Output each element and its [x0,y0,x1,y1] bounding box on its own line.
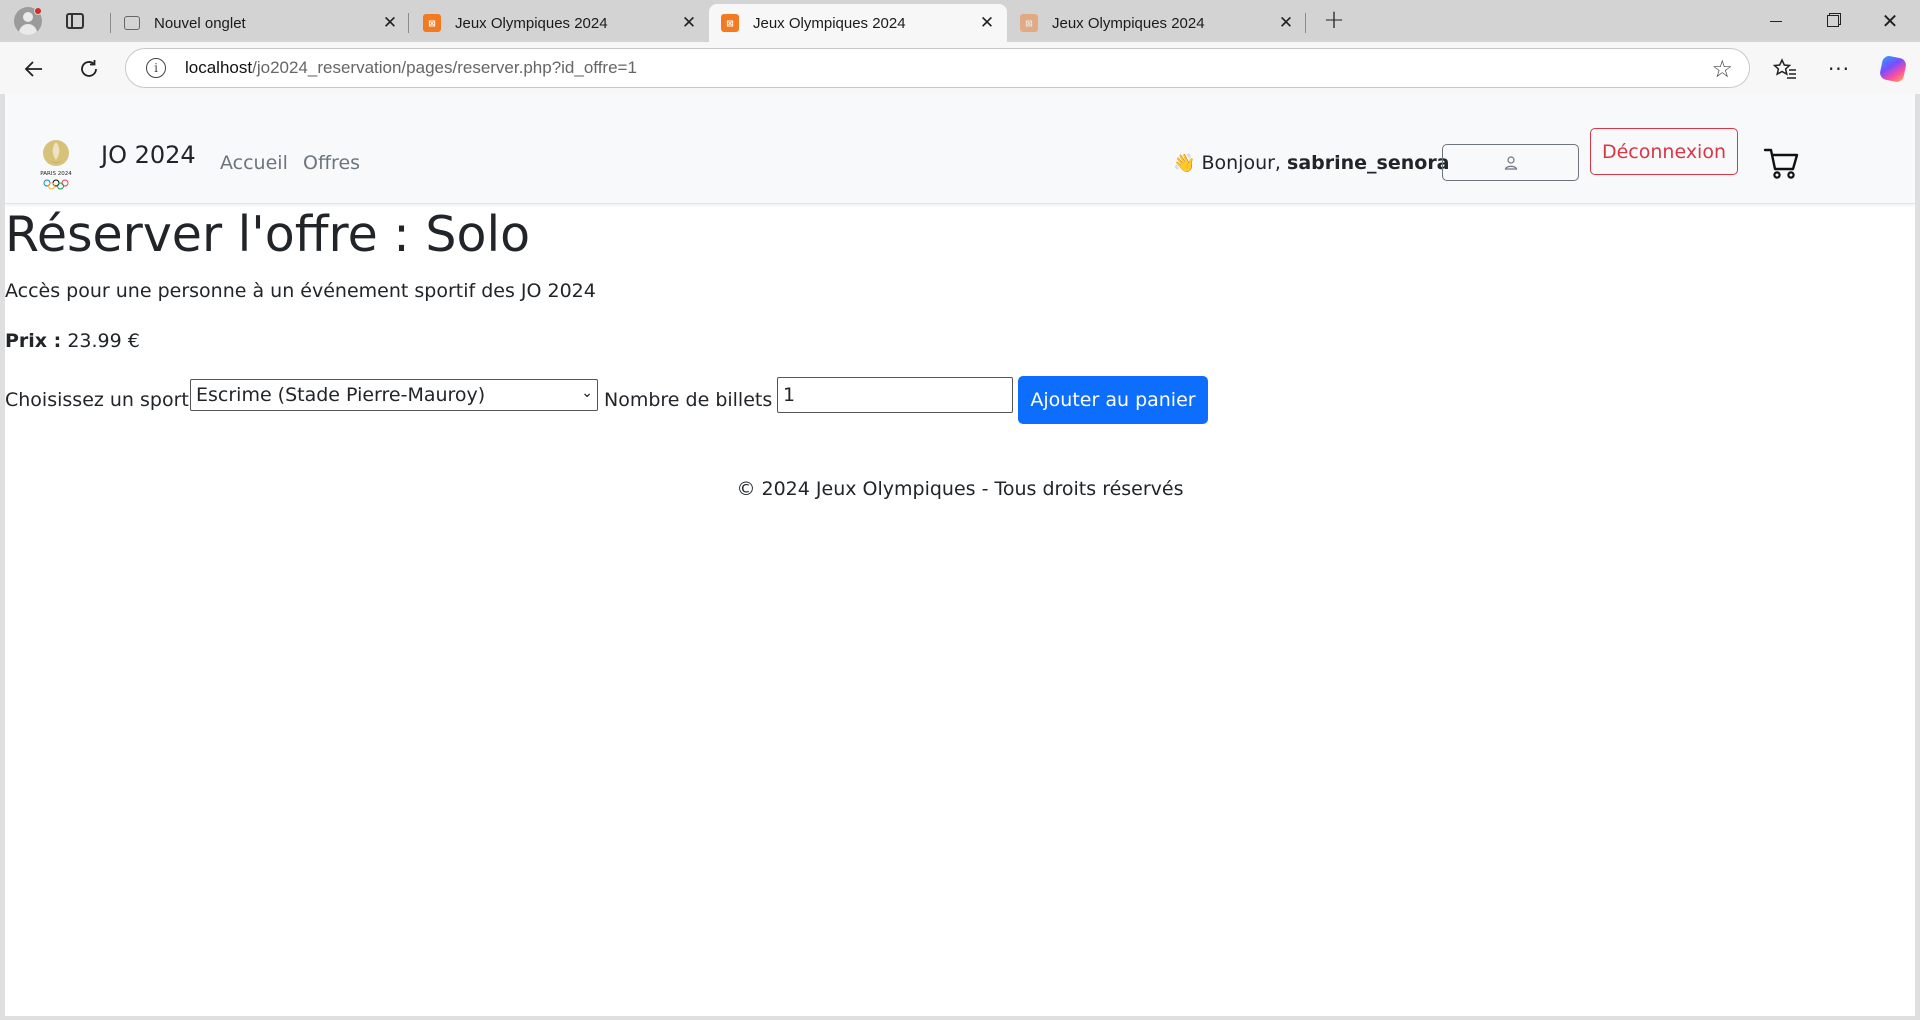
close-icon[interactable]: ✕ [1274,11,1298,35]
offer-price: Prix : 23.99 € [5,330,140,352]
close-icon[interactable]: ✕ [378,11,402,35]
user-icon [1504,155,1517,170]
tab-jo2024-active[interactable]: ⊠ Jeux Olympiques 2024 ✕ [709,4,1007,42]
back-arrow-icon [24,61,42,77]
favorite-star-icon[interactable]: ☆ [1711,55,1733,83]
tab-jo2024-1[interactable]: ⊠ Jeux Olympiques 2024 ✕ [411,4,709,42]
new-tab-button[interactable]: + [1318,6,1350,36]
sport-select[interactable]: Escrime (Stade Pierre-Mauroy) ⌄ [190,379,598,411]
close-window-button[interactable]: ✕ [1862,0,1918,42]
reload-button[interactable] [72,52,106,86]
footer-copyright: © 2024 Jeux Olympiques - Tous droits rés… [736,478,1184,500]
tab-title: Jeux Olympiques 2024 [753,14,906,32]
tab-separator [1305,13,1306,33]
copilot-icon [1878,54,1908,84]
tab-actions-button[interactable] [59,5,91,37]
offer-description: Accès pour une personne à un événement s… [5,280,596,302]
restore-icon [1827,15,1839,27]
add-to-cart-button[interactable]: Ajouter au panier [1018,376,1208,424]
url-path: /jo2024_reservation/pages/reserver.php?i… [252,58,637,77]
close-icon[interactable]: ✕ [677,11,701,35]
new-tab-icon [124,16,140,30]
minimize-icon [1770,20,1782,22]
favorites-button[interactable] [1768,52,1802,86]
site-navbar: PARIS 2024 JO 2024 Accueil Offres 👋 Bonj… [5,94,1915,204]
copilot-button[interactable] [1876,52,1910,86]
reservation-form: Choisissez un sport : Escrime (Stade Pie… [5,376,1305,424]
tab-actions-icon [66,13,84,29]
xampp-icon: ⊠ [423,14,441,32]
more-options-button[interactable]: ··· [1822,52,1856,86]
back-button[interactable] [17,52,51,86]
greeting-prefix: Bonjour, [1201,152,1281,174]
browser-tab-strip: Nouvel onglet ✕ ⊠ Jeux Olympiques 2024 ✕… [0,0,1920,42]
url-host: localhost [185,58,253,77]
favorites-list-icon [1773,58,1796,79]
price-label: Prix : [5,330,62,352]
quantity-input[interactable]: 1 [777,377,1013,413]
waving-hand-icon: 👋 [1173,153,1196,174]
xampp-icon: ⊠ [721,14,739,32]
tab-title: Jeux Olympiques 2024 [1052,14,1205,32]
tab-jo2024-3[interactable]: ⊠ Jeux Olympiques 2024 ✕ [1008,4,1306,42]
price-value: 23.99 € [67,330,140,352]
tab-new-tab[interactable]: Nouvel onglet ✕ [112,4,410,42]
browser-toolbar: i localhost/jo2024_reservation/pages/res… [0,42,1920,94]
xampp-icon: ⊠ [1020,14,1038,32]
tab-separator [408,13,409,33]
svg-text:PARIS 2024: PARIS 2024 [40,171,72,177]
tab-title: Nouvel onglet [154,14,246,32]
quantity-label: Nombre de billets : [604,389,785,411]
minimize-button[interactable] [1748,0,1804,42]
page-viewport: PARIS 2024 JO 2024 Accueil Offres 👋 Bonj… [5,94,1915,1016]
cart-icon[interactable] [1762,145,1802,181]
sport-selected-value: Escrime (Stade Pierre-Mauroy) [196,384,486,406]
notification-dot [34,7,42,15]
logout-button[interactable]: Déconnexion [1590,128,1738,175]
url-text: localhost/jo2024_reservation/pages/reser… [185,58,637,78]
user-greeting: 👋 Bonjour, sabrine_senora [1173,152,1450,174]
close-icon[interactable]: ✕ [975,11,999,35]
profile-button[interactable] [12,5,44,37]
username: sabrine_senora [1287,152,1450,174]
tab-title: Jeux Olympiques 2024 [455,14,608,32]
site-info-icon[interactable]: i [146,58,166,78]
nav-link-offres[interactable]: Offres [303,152,360,174]
chevron-down-icon: ⌄ [581,385,593,401]
page-title: Réserver l'offre : Solo [5,206,531,263]
quantity-value: 1 [783,384,796,406]
address-bar[interactable]: i localhost/jo2024_reservation/pages/res… [125,48,1750,88]
account-button[interactable] [1442,144,1579,181]
reload-icon [81,60,97,77]
site-brand[interactable]: JO 2024 [101,141,196,169]
restore-button[interactable] [1805,0,1861,42]
tab-separator [110,13,111,33]
sport-label: Choisissez un sport : [5,389,202,411]
paris-2024-logo[interactable]: PARIS 2024 [35,138,77,190]
nav-link-accueil[interactable]: Accueil [220,152,288,174]
